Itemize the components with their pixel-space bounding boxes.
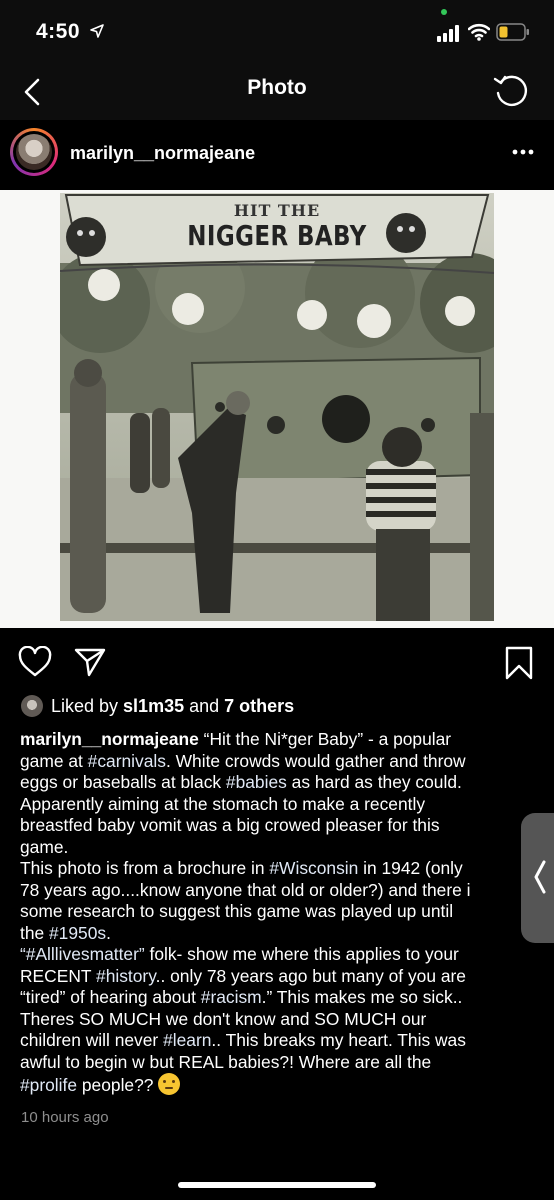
home-indicator[interactable] (178, 1182, 376, 1188)
battery-icon (496, 23, 529, 41)
status-bar: 4:50 (0, 0, 554, 66)
chevron-left-icon (534, 860, 546, 894)
post-username[interactable]: marilyn__normajeane (70, 143, 255, 164)
hashtag-link[interactable]: #history (96, 966, 156, 986)
post-header: marilyn__normajeane (0, 120, 554, 190)
hashtag-link[interactable]: #babies (226, 772, 287, 792)
heart-icon[interactable] (18, 646, 52, 678)
more-dots-icon[interactable] (505, 142, 541, 162)
bookmark-icon[interactable] (503, 646, 535, 680)
post-timestamp: 10 hours ago (21, 1109, 109, 1126)
side-panel-handle[interactable] (521, 813, 554, 943)
post-photo[interactable]: HIT THE NIGGER BABY (60, 193, 494, 621)
page-title: Photo (247, 76, 307, 99)
status-time: 4:50 (36, 20, 81, 43)
nav-bar: Photo (0, 66, 554, 120)
avatar[interactable] (10, 128, 58, 176)
hashtag-link[interactable]: “#Alllivesmatter” (20, 944, 145, 964)
post-photo-frame: HIT THE NIGGER BABY (0, 190, 554, 628)
hashtag-link[interactable]: #prolife (20, 1075, 77, 1095)
privacy-indicator-dot (441, 9, 447, 15)
wifi-icon (468, 23, 490, 41)
cellular-signal-icon (437, 25, 459, 42)
photo-sign-line-1: HIT THE (233, 201, 321, 220)
hashtag-link[interactable]: #learn (163, 1030, 211, 1050)
refresh-icon[interactable] (490, 69, 532, 111)
paper-plane-icon[interactable] (74, 646, 106, 678)
post-caption: marilyn__normajeane “Hit the Ni*ger Baby… (20, 729, 471, 1095)
hashtag-link[interactable]: #Wisconsin (269, 858, 358, 878)
hashtag-link[interactable]: #carnivals (88, 751, 166, 771)
post-actions (0, 636, 554, 690)
liker-avatar (21, 695, 43, 717)
hashtag-link[interactable]: #racism (201, 987, 262, 1007)
likes-text: Liked by sl1m35 and 7 others (51, 696, 295, 716)
photo-sign-line-2: NIGGER BABY (187, 219, 367, 252)
hashtag-link[interactable]: #1950s (49, 923, 106, 943)
thinking-face-emoji-icon (158, 1073, 181, 1095)
location-arrow-icon (90, 24, 104, 38)
caption-username[interactable]: marilyn__normajeane (20, 729, 199, 749)
